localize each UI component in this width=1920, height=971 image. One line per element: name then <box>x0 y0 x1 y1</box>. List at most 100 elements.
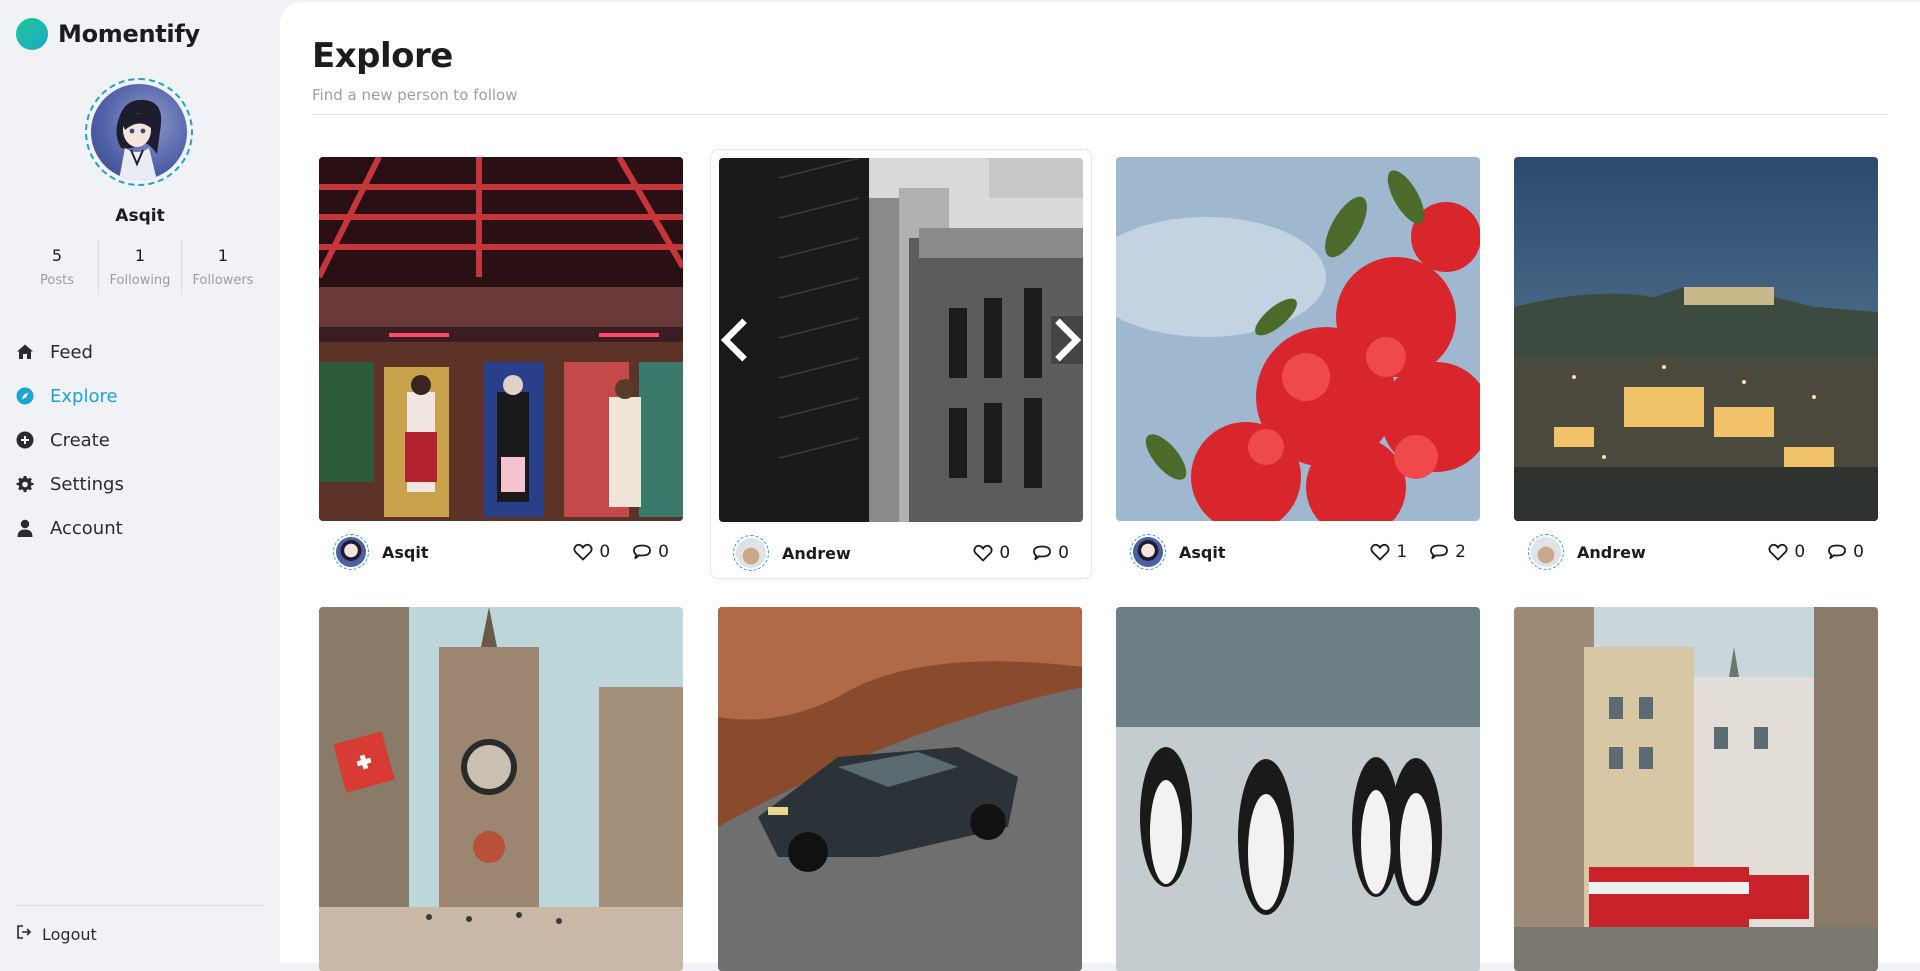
nav-item-create[interactable]: Create <box>16 418 264 462</box>
post-image[interactable] <box>719 158 1083 522</box>
stat-value: 5 <box>51 246 63 265</box>
author-avatar[interactable] <box>333 534 369 570</box>
stat-value: 1 <box>217 246 229 265</box>
gear-icon <box>16 475 34 493</box>
heart-icon[interactable] <box>573 543 593 561</box>
logout-icon <box>16 924 32 944</box>
chevron-right-icon <box>1055 318 1082 362</box>
comment-icon[interactable] <box>1827 543 1847 561</box>
author-avatar[interactable] <box>1130 534 1166 570</box>
stat-label: Following <box>109 273 171 288</box>
stat-value: 1 <box>134 246 146 265</box>
profile-name: Asqit <box>115 206 165 226</box>
profile-stats: 5 Posts 1 Following 1 Followers <box>16 240 264 294</box>
post-card[interactable] <box>1108 599 1490 971</box>
comment-icon[interactable] <box>632 543 652 561</box>
author-name[interactable]: Asqit <box>1179 543 1226 562</box>
car-photo <box>718 607 1082 971</box>
profile-avatar[interactable] <box>85 78 193 186</box>
brand-logo <box>16 18 48 50</box>
post-counts: 0 0 <box>573 542 669 562</box>
nav-item-explore[interactable]: Explore <box>16 374 264 418</box>
comment-icon[interactable] <box>1032 544 1052 562</box>
compass-icon <box>16 387 34 405</box>
heart-icon[interactable] <box>1768 543 1788 561</box>
carousel-prev-button[interactable] <box>719 158 751 522</box>
heart-icon[interactable] <box>973 544 993 562</box>
header-divider <box>312 114 1888 115</box>
nav-label: Feed <box>50 341 93 363</box>
post-card[interactable]: Andrew 0 0 <box>1506 149 1888 579</box>
tram-street-photo <box>1514 607 1878 971</box>
nav-item-account[interactable]: Account <box>16 506 264 550</box>
stat-following[interactable]: 1 Following <box>99 240 182 294</box>
red-flowers-photo <box>1116 157 1480 521</box>
author-name[interactable]: Andrew <box>782 544 851 563</box>
post-counts: 1 2 <box>1370 542 1466 562</box>
post-card[interactable]: Asqit 0 0 <box>311 149 693 579</box>
post-card[interactable] <box>710 599 1092 971</box>
post-image[interactable] <box>1514 607 1878 971</box>
post-image[interactable] <box>1514 157 1878 521</box>
heart-icon[interactable] <box>1370 543 1390 561</box>
like-count: 0 <box>599 542 611 562</box>
buildings-bw-photo <box>719 158 1083 522</box>
stat-followers[interactable]: 1 Followers <box>182 240 264 294</box>
post-footer: Asqit 0 0 <box>319 533 683 571</box>
post-footer: Asqit 1 2 <box>1116 533 1480 571</box>
nav-label: Explore <box>50 385 118 407</box>
arcade-photo <box>319 157 683 521</box>
post-image[interactable] <box>319 607 683 971</box>
clock-tower-photo <box>319 607 683 971</box>
sidebar: Momentify Asqit 5 Posts 1 Following 1 Fo… <box>0 0 280 963</box>
author-avatar[interactable] <box>1528 534 1564 570</box>
city-night-photo <box>1514 157 1878 521</box>
anime-avatar-image <box>116 99 162 180</box>
nav-label: Create <box>50 429 110 451</box>
post-image[interactable] <box>319 157 683 521</box>
author-avatar[interactable] <box>733 535 769 571</box>
stat-label: Posts <box>40 273 74 288</box>
like-count: 1 <box>1396 542 1408 562</box>
main-content: Explore Find a new person to follow Asqi… <box>280 2 1920 971</box>
stat-posts[interactable]: 5 Posts <box>16 240 99 294</box>
nav-label: Account <box>50 517 123 539</box>
post-counts: 0 0 <box>1768 542 1864 562</box>
comment-count: 2 <box>1455 542 1466 562</box>
carousel-next-button[interactable] <box>1051 158 1083 522</box>
home-icon <box>16 343 34 361</box>
main-nav: Feed Explore Create Settings Account <box>16 330 264 550</box>
stat-label: Followers <box>192 273 254 288</box>
author-name[interactable]: Andrew <box>1577 543 1646 562</box>
page-subtitle: Find a new person to follow <box>312 86 518 104</box>
like-count: 0 <box>999 543 1011 563</box>
post-footer: Andrew 0 0 <box>1514 533 1878 571</box>
post-image[interactable] <box>1116 157 1480 521</box>
penguins-photo <box>1116 607 1480 971</box>
brand-name: Momentify <box>58 20 200 48</box>
nav-item-settings[interactable]: Settings <box>16 462 264 506</box>
nav-label: Settings <box>50 473 124 495</box>
nav-item-feed[interactable]: Feed <box>16 330 264 374</box>
logout-button[interactable]: Logout <box>16 924 97 944</box>
page-title: Explore <box>312 36 453 76</box>
post-card[interactable] <box>311 599 693 971</box>
brand[interactable]: Momentify <box>16 18 200 50</box>
post-card[interactable]: Andrew 0 0 <box>710 149 1092 579</box>
post-image[interactable] <box>718 607 1082 971</box>
plus-circle-icon <box>16 431 34 449</box>
chevron-left-icon <box>720 318 747 362</box>
user-icon <box>16 519 34 537</box>
author-name[interactable]: Asqit <box>382 543 429 562</box>
comment-count: 0 <box>1853 542 1864 562</box>
post-card[interactable]: Asqit 1 2 <box>1108 149 1490 579</box>
comment-count: 0 <box>1058 543 1069 563</box>
post-image[interactable] <box>1116 607 1480 971</box>
post-counts: 0 0 <box>973 543 1069 563</box>
like-count: 0 <box>1794 542 1806 562</box>
post-footer: Andrew 0 0 <box>719 534 1083 572</box>
logout-label: Logout <box>42 924 97 944</box>
sidebar-divider <box>16 905 264 906</box>
post-card[interactable] <box>1506 599 1888 971</box>
comment-icon[interactable] <box>1429 543 1449 561</box>
